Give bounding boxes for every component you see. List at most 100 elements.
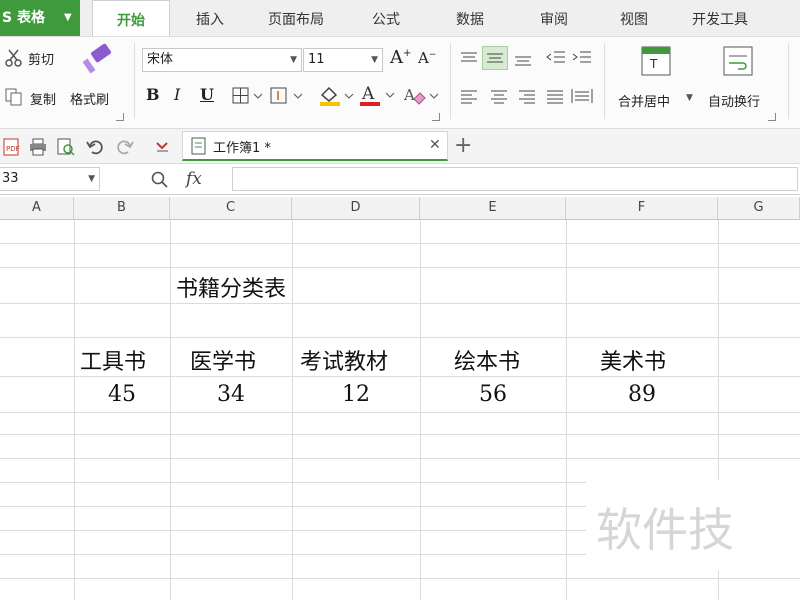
header-cell[interactable]: 工具书 <box>80 344 146 376</box>
align-middle-icon <box>487 53 503 63</box>
column-gridline <box>74 220 75 600</box>
font-size-value: 11 <box>308 52 325 67</box>
font-name-value: 宋体 <box>147 52 174 67</box>
svg-text:A: A <box>361 84 375 104</box>
row-gridline <box>0 337 800 338</box>
close-tab-icon[interactable]: ✕ <box>429 137 441 153</box>
column-header-d[interactable]: D <box>292 197 420 219</box>
chevron-down-icon: ▼ <box>686 93 693 103</box>
formula-input[interactable] <box>232 167 798 191</box>
distributed-align-icon[interactable] <box>570 87 594 105</box>
tab-review[interactable]: 审阅 <box>540 0 568 36</box>
column-header-b[interactable]: B <box>74 197 170 219</box>
align-center-icon[interactable] <box>490 89 508 105</box>
chevron-down-icon: ▼ <box>88 174 95 184</box>
underline-icon[interactable]: U <box>200 85 214 104</box>
bold-icon[interactable]: B <box>146 85 160 104</box>
header-cell[interactable]: 医学书 <box>190 344 256 376</box>
watermark-text: 软件技 <box>596 503 734 557</box>
insert-function-fx[interactable]: fx <box>186 169 202 189</box>
copy-icon <box>5 88 22 106</box>
header-cell[interactable]: 绘本书 <box>454 344 520 376</box>
row-gridline <box>0 267 800 268</box>
column-header-a[interactable]: A <box>0 197 74 219</box>
tab-page-layout[interactable]: 页面布局 <box>268 0 324 36</box>
print-icon[interactable] <box>28 137 48 157</box>
value-cell[interactable]: 34 <box>170 382 292 407</box>
tab-view[interactable]: 视图 <box>620 0 648 36</box>
increase-font-size-icon[interactable]: A+ <box>390 47 411 68</box>
font-launcher-icon[interactable] <box>432 113 440 121</box>
font-size-select[interactable]: 11 ▼ <box>303 48 383 72</box>
merge-center-button[interactable]: T 合并居中 ▼ <box>612 41 700 117</box>
column-header-f[interactable]: F <box>566 197 718 219</box>
value-cell[interactable]: 45 <box>74 382 170 407</box>
align-right-icon[interactable] <box>518 89 536 105</box>
column-gridline <box>170 220 171 600</box>
name-box-value: 33 <box>2 171 19 186</box>
svg-text:A: A <box>403 86 415 104</box>
sheet-title-cell[interactable]: 书籍分类表 <box>176 271 286 303</box>
column-headers: A B C D E F G <box>0 197 800 220</box>
column-header-c[interactable]: C <box>170 197 292 219</box>
export-pdf-icon[interactable]: PDF <box>2 137 22 157</box>
row-gridline <box>0 243 800 244</box>
ribbon-separator <box>450 43 451 119</box>
tab-formulas[interactable]: 公式 <box>372 0 400 36</box>
zoom-search-icon[interactable] <box>150 170 170 190</box>
clear-format-icon[interactable]: A <box>400 85 440 107</box>
align-left-icon[interactable] <box>460 89 478 105</box>
header-cell[interactable]: 考试教材 <box>300 344 388 376</box>
document-tab-title: 工作簿1 * <box>213 141 271 156</box>
alignment-launcher-icon[interactable] <box>768 113 776 121</box>
decrease-indent-icon[interactable] <box>546 50 566 68</box>
align-top-icon[interactable] <box>460 51 478 67</box>
app-name: S 表格 <box>2 10 45 26</box>
font-color-icon[interactable]: A <box>358 83 398 107</box>
value-cell[interactable]: 12 <box>292 382 420 407</box>
font-name-select[interactable]: 宋体 ▼ <box>142 48 302 72</box>
ribbon-separator <box>604 43 605 119</box>
fill-color-icon[interactable] <box>318 85 356 107</box>
undo-icon[interactable] <box>86 137 106 157</box>
column-header-g[interactable]: G <box>718 197 800 219</box>
customize-toolbar-icon[interactable] <box>154 139 174 155</box>
tab-home[interactable]: 开始 <box>92 0 170 36</box>
column-gridline <box>420 220 421 600</box>
justify-icon[interactable] <box>546 89 564 105</box>
format-painter-button[interactable]: 格式刷 <box>68 41 124 113</box>
increase-indent-icon[interactable] <box>572 50 592 68</box>
align-middle-button[interactable] <box>482 46 508 70</box>
decrease-font-size-icon[interactable]: A− <box>418 49 436 67</box>
tab-insert[interactable]: 插入 <box>196 0 224 36</box>
tab-data[interactable]: 数据 <box>456 0 484 36</box>
redo-icon[interactable] <box>114 137 134 157</box>
workbook-icon <box>191 137 206 155</box>
clipboard-launcher-icon[interactable] <box>116 113 124 121</box>
chevron-down-icon: ▼ <box>290 55 297 65</box>
name-box[interactable]: 33 ▼ <box>0 167 100 191</box>
borders-icon[interactable] <box>232 87 266 105</box>
new-tab-icon[interactable]: + <box>454 133 472 158</box>
app-menu-button[interactable]: S 表格 ▼ <box>0 0 80 36</box>
chevron-down-icon: ▼ <box>371 55 378 65</box>
copy-label: 复制 <box>30 93 57 108</box>
ribbon-tab-bar: S 表格 ▼ 开始 插入 页面布局 公式 数据 审阅 视图 开发工具 <box>0 0 800 37</box>
cut-button[interactable]: 剪切 <box>2 45 66 71</box>
italic-icon[interactable]: I <box>174 85 180 104</box>
print-preview-icon[interactable] <box>56 137 76 157</box>
svg-text:T: T <box>649 57 658 71</box>
value-cell[interactable]: 56 <box>420 382 566 407</box>
column-header-e[interactable]: E <box>420 197 566 219</box>
tab-developer[interactable]: 开发工具 <box>692 0 748 36</box>
align-bottom-icon[interactable] <box>514 53 532 69</box>
value-cell[interactable]: 89 <box>566 382 718 407</box>
copy-button[interactable]: 复制 <box>2 83 66 109</box>
watermark: 软件技 <box>586 480 800 570</box>
wrap-text-button[interactable]: 自动换行 <box>702 41 778 117</box>
header-cell[interactable]: 美术书 <box>600 344 666 376</box>
ribbon: 剪切 复制 格式刷 宋体 ▼ 11 ▼ A+ A− B I U A A T 合并… <box>0 37 800 129</box>
document-tab[interactable]: 工作簿1 * ✕ <box>182 131 448 161</box>
cut-label: 剪切 <box>28 53 55 68</box>
merge-cells-icon[interactable] <box>270 87 306 105</box>
